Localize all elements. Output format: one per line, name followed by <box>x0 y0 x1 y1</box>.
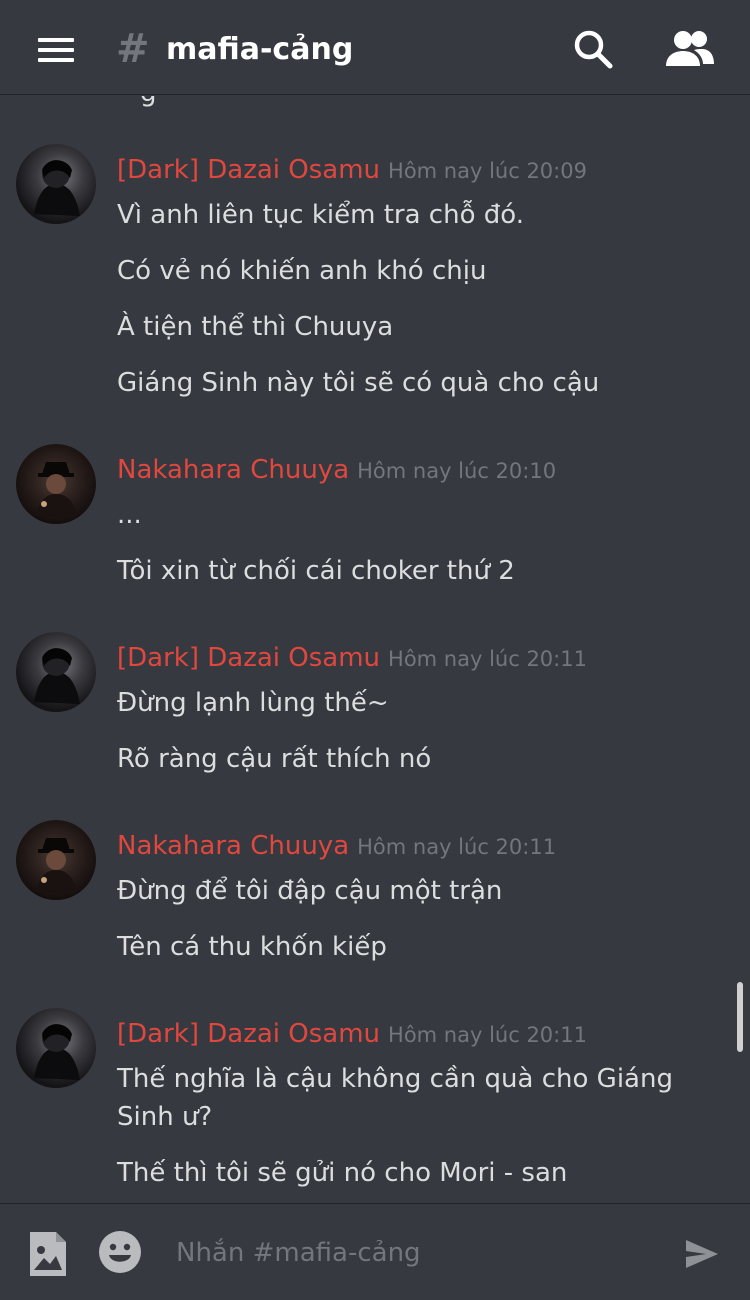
message-text: Tôi xin từ chối cái choker thứ 2 <box>117 556 515 586</box>
emoji-icon[interactable] <box>98 1230 142 1274</box>
message-timestamp: Hôm nay lúc 20:09 <box>388 159 587 183</box>
avatar[interactable] <box>16 1008 96 1088</box>
message-text: Giáng Sinh này tôi sẽ có quà cho cậu <box>117 368 600 398</box>
members-icon[interactable] <box>664 28 716 72</box>
message-timestamp: Hôm nay lúc 20:11 <box>357 835 557 859</box>
send-icon[interactable] <box>684 1236 720 1272</box>
message-author[interactable]: Nakahara Chuuya Hôm nay lúc 20:10 <box>117 454 556 487</box>
channel-title: mafia-cảng <box>166 32 354 67</box>
message-text: Tên cá thu khốn kiếp <box>117 932 387 962</box>
message-author[interactable]: [Dark] Dazai Osamu Hôm nay lúc 20:11 <box>117 1018 587 1051</box>
message-text: Đừng để tôi đập cậu một trận <box>117 876 503 906</box>
message-author[interactable]: [Dark] Dazai Osamu Hôm nay lúc 20:09 <box>117 154 587 187</box>
message-timestamp: Hôm nay lúc 20:11 <box>388 1023 587 1047</box>
message-text: Thế thì tôi sẽ gửi nó cho Mori - san <box>117 1158 568 1188</box>
partial-message-line: g <box>140 96 157 108</box>
message-text: Có vẻ nó khiến anh khó chịu <box>117 256 487 286</box>
message-author[interactable]: [Dark] Dazai Osamu Hôm nay lúc 20:11 <box>117 642 587 675</box>
message-text: Đừng lạnh lùng thế~ <box>117 688 389 718</box>
image-upload-icon[interactable] <box>28 1230 68 1278</box>
avatar[interactable] <box>16 144 96 224</box>
hamburger-menu-icon[interactable] <box>38 38 74 62</box>
message-timestamp: Hôm nay lúc 20:11 <box>388 647 587 671</box>
message-input[interactable] <box>176 1230 656 1276</box>
avatar[interactable] <box>16 820 96 900</box>
message-text: À tiện thể thì Chuuya <box>117 312 394 342</box>
message-text: Thế nghĩa là cậu không cần quà cho Giáng… <box>117 1064 673 1132</box>
message-text: ... <box>117 500 142 530</box>
channel-hash-icon: # <box>116 26 150 72</box>
message-text: Vì anh liên tục kiểm tra chỗ đó. <box>117 200 524 230</box>
avatar[interactable] <box>16 444 96 524</box>
search-icon[interactable] <box>572 28 616 72</box>
message-composer <box>0 1203 750 1300</box>
message-timestamp: Hôm nay lúc 20:10 <box>357 459 557 483</box>
message-text: Rõ ràng cậu rất thích nó <box>117 744 432 774</box>
message-list[interactable]: g [Dark] Dazai OsamuHôm nay lúc 20:09 Vì… <box>0 96 750 1202</box>
message-author[interactable]: Nakahara Chuuya Hôm nay lúc 20:11 <box>117 830 556 863</box>
avatar[interactable] <box>16 632 96 712</box>
channel-header: # mafia-cảng <box>0 0 750 95</box>
scrollbar-thumb[interactable] <box>737 982 743 1052</box>
